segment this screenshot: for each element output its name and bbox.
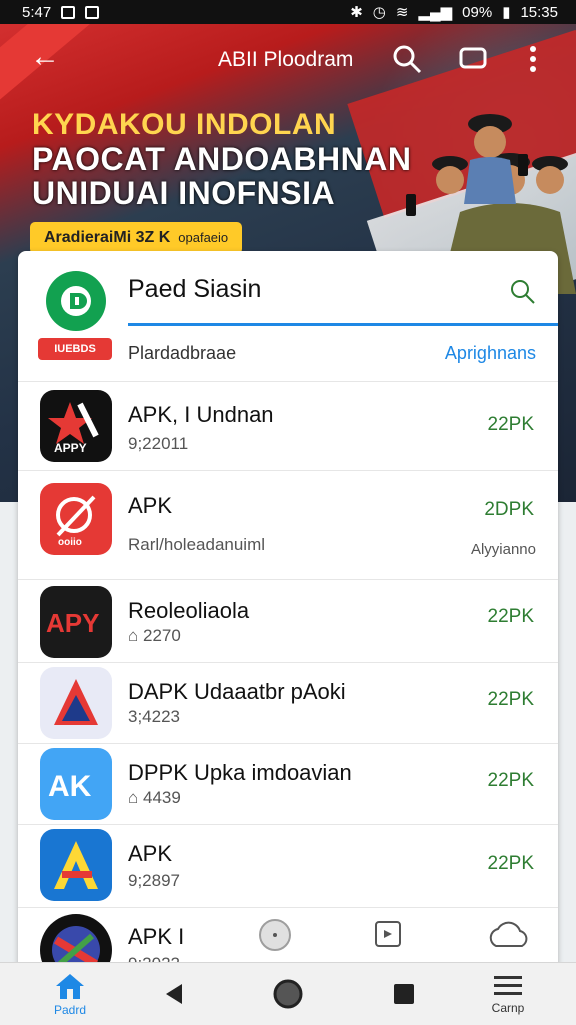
banner-headline: KYDAKOU INDOLAN PAOCAT ANDOABHNAN UNIDUA… <box>32 108 411 210</box>
battery-icon: ▮ <box>502 4 511 21</box>
back-arrow-icon[interactable]: ← <box>30 42 60 72</box>
app-row[interactable]: ooiio APK Rarl/holeadanuiml 2DPK Alyyian… <box>18 470 558 579</box>
app-name: DAPK Udaaatbr pAoki <box>128 679 346 704</box>
app-name: APK I <box>128 924 185 949</box>
app-meta: ⌂ 4439 <box>128 788 181 807</box>
status-bar: 5:47 ✱ ◷ ≋ ▂▄▆ 09% ▮ 15:35 <box>0 0 576 24</box>
app-meta: 9;2897 <box>128 871 180 890</box>
cloud-icon[interactable] <box>484 918 532 952</box>
apy-icon: APY <box>40 586 112 658</box>
headline-line-3: UNIDUAI INOFNSIA <box>32 175 336 211</box>
star-apk-icon: APPY <box>40 390 112 462</box>
nav-recents[interactable] <box>374 963 434 1025</box>
app-row[interactable]: APY Reoleoliaola ⌂ 2270 22PK <box>18 579 558 662</box>
a-logo-icon <box>40 829 112 901</box>
image-notification-icon <box>85 5 100 19</box>
app-name: Reoleoliaola <box>128 598 250 623</box>
app-size: 22PK <box>487 770 534 791</box>
nav-home-button[interactable] <box>258 963 318 1025</box>
bottom-navigation: Padrd Carnp <box>0 962 576 1025</box>
tab-indicator <box>128 323 558 326</box>
panel-title: Paed Siasin <box>128 275 262 303</box>
app-row[interactable]: APPY APK, I Undnan 9;22011 22PK <box>18 381 558 470</box>
app-bar-title: ABII Ploodram <box>218 48 354 71</box>
triangle-apk-icon <box>40 667 112 739</box>
cast-icon[interactable] <box>458 44 488 74</box>
app-size: 22PK <box>487 414 534 435</box>
svg-text:AK: AK <box>48 770 92 803</box>
svg-text:APPY: APPY <box>54 441 87 455</box>
promo-badge-label: AradieraiMi 3Z K <box>44 229 171 246</box>
nav-home[interactable]: Padrd <box>40 963 100 1025</box>
menu-icon <box>494 976 522 995</box>
battery-level: 09% <box>462 3 493 21</box>
promo-badge-small: opafaeio <box>178 230 229 245</box>
panel-header: IUEBDS Paed Siasin Plardadbraae Aprighna… <box>18 251 558 381</box>
app-bar: ← ABII Ploodram <box>0 24 576 94</box>
logo-badge: IUEBDS <box>38 338 112 360</box>
home-circle-icon <box>273 979 303 1009</box>
tab-right[interactable]: Aprighnans <box>445 343 536 364</box>
panel-search-icon[interactable] <box>510 279 536 305</box>
app-meta: 3;4223 <box>128 707 180 726</box>
more-options-icon[interactable] <box>526 44 540 74</box>
bluetooth-icon: ✱ <box>350 4 363 21</box>
app-size: 22PK <box>487 606 534 627</box>
search-icon[interactable] <box>392 44 422 74</box>
app-name: DPPK Upka imdoavian <box>128 760 352 785</box>
apk-blue-icon: AK <box>40 748 112 820</box>
signal-icon: ▂▄▆ <box>418 4 453 21</box>
store-logo-icon <box>46 271 106 331</box>
status-clock: 15:35 <box>520 3 558 21</box>
back-triangle-icon <box>166 984 182 1004</box>
app-meta: Rarl/holeadanuiml <box>128 535 266 554</box>
app-size: 22PK <box>487 853 534 874</box>
nav-home-label: Padrd <box>53 1003 87 1017</box>
headline-line-1: KYDAKOU INDOLAN <box>32 108 337 141</box>
quick-actions <box>238 918 538 958</box>
svg-text:ooiio: ooiio <box>58 537 82 548</box>
nav-menu-label: Carnp <box>491 1001 525 1015</box>
apps-panel: IUEBDS Paed Siasin Plardadbraae Aprighna… <box>18 251 558 1021</box>
app-size: 2DPK <box>484 499 534 520</box>
gallery-notification-icon <box>61 5 76 19</box>
app-meta-value: 4439 <box>143 788 181 807</box>
status-time: 5:47 <box>22 3 52 21</box>
app-row[interactable]: APK 9;2897 22PK <box>18 824 558 907</box>
red-apk-icon: ooiio <box>40 483 112 555</box>
svg-text:APY: APY <box>46 608 99 638</box>
app-name: APK <box>128 841 173 866</box>
home-icon <box>56 974 84 999</box>
banner-promo-badge[interactable]: AradieraiMi 3Z K opafaeio <box>30 222 243 254</box>
app-list: APPY APK, I Undnan 9;22011 22PK ooiio AP… <box>18 381 558 986</box>
wifi-icon: ≋ <box>395 4 409 21</box>
tab-left[interactable]: Plardadbraae <box>128 343 236 364</box>
nav-menu[interactable]: Carnp <box>478 963 538 1025</box>
record-icon[interactable] <box>258 918 292 952</box>
app-size: 22PK <box>487 689 534 710</box>
nav-back[interactable] <box>144 963 204 1025</box>
app-meta-value: 2270 <box>143 626 181 645</box>
app-row[interactable]: AK DPPK Upka imdoavian ⌂ 4439 22PK <box>18 743 558 824</box>
app-name: APK <box>128 493 173 518</box>
app-meta: ⌂ 2270 <box>128 626 181 645</box>
app-note: Alyyianno <box>470 541 536 558</box>
screenshot-icon[interactable] <box>372 918 404 950</box>
app-row[interactable]: DAPK Udaaatbr pAoki 3;4223 22PK <box>18 662 558 743</box>
app-meta: 9;22011 <box>128 434 189 453</box>
headline-line-2: PAOCAT ANDOABHNAN <box>32 141 412 177</box>
recents-square-icon <box>394 984 414 1004</box>
app-name: APK, I Undnan <box>128 402 274 427</box>
alarm-icon: ◷ <box>372 4 386 21</box>
